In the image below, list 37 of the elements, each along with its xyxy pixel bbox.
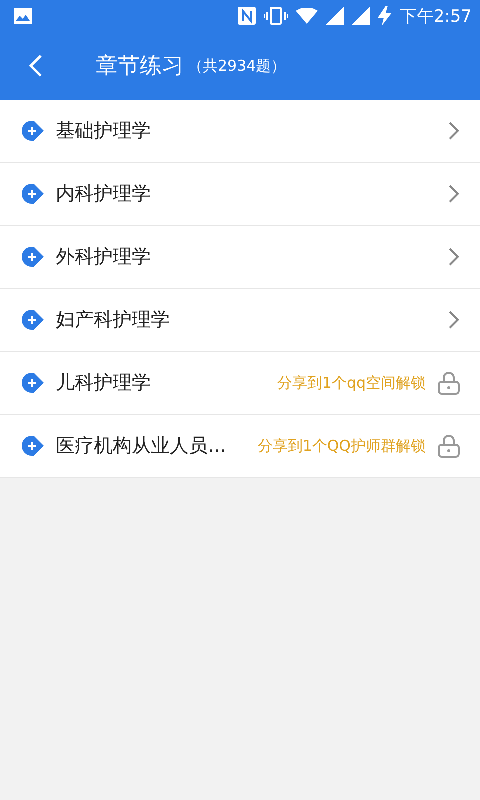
chapter-row[interactable]: 妇产科护理学 bbox=[0, 289, 480, 352]
vibrate-icon bbox=[264, 7, 288, 25]
chapter-row[interactable]: 基础护理学 bbox=[0, 100, 480, 163]
plus-icon bbox=[22, 121, 46, 141]
chevron-icon bbox=[448, 121, 460, 141]
chapter-name: 儿科护理学 bbox=[56, 371, 152, 396]
plus-icon bbox=[22, 247, 46, 267]
question-count: （共2934题） bbox=[188, 56, 286, 76]
chapter-name: 内科护理学 bbox=[56, 182, 152, 207]
plus-icon bbox=[22, 184, 46, 204]
plus-icon bbox=[22, 373, 46, 393]
lightning-icon bbox=[378, 6, 392, 26]
page-title: 章节练习 bbox=[96, 53, 184, 81]
unlock-hint: 分享到1个qq空间解锁 bbox=[277, 374, 426, 392]
lock-icon bbox=[438, 371, 460, 395]
signal-icon bbox=[326, 7, 344, 25]
plus-icon bbox=[22, 310, 46, 330]
lock-icon bbox=[438, 434, 460, 458]
chevron-icon bbox=[448, 310, 460, 330]
chapter-row[interactable]: 医疗机构从业人员... 分享到1个QQ护师群解锁 bbox=[0, 415, 480, 478]
chevron-icon bbox=[448, 184, 460, 204]
chapter-name: 妇产科护理学 bbox=[56, 308, 171, 333]
chapter-row[interactable]: 儿科护理学 分享到1个qq空间解锁 bbox=[0, 352, 480, 415]
plus-icon bbox=[22, 436, 46, 456]
chevron-icon bbox=[448, 247, 460, 267]
signal-icon bbox=[352, 7, 370, 25]
nfc-icon bbox=[238, 7, 256, 25]
image-icon bbox=[14, 8, 32, 24]
chapter-name: 基础护理学 bbox=[56, 119, 152, 144]
chapter-name: 外科护理学 bbox=[56, 245, 152, 270]
chapter-name: 医疗机构从业人员... bbox=[56, 434, 228, 459]
unlock-hint: 分享到1个QQ护师群解锁 bbox=[258, 436, 426, 456]
chapter-row[interactable]: 外科护理学 bbox=[0, 226, 480, 289]
back-icon bbox=[29, 54, 43, 78]
status-time: 下午2:57 bbox=[400, 6, 472, 28]
chapter-row[interactable]: 内科护理学 bbox=[0, 163, 480, 226]
wifi-icon bbox=[296, 8, 318, 24]
